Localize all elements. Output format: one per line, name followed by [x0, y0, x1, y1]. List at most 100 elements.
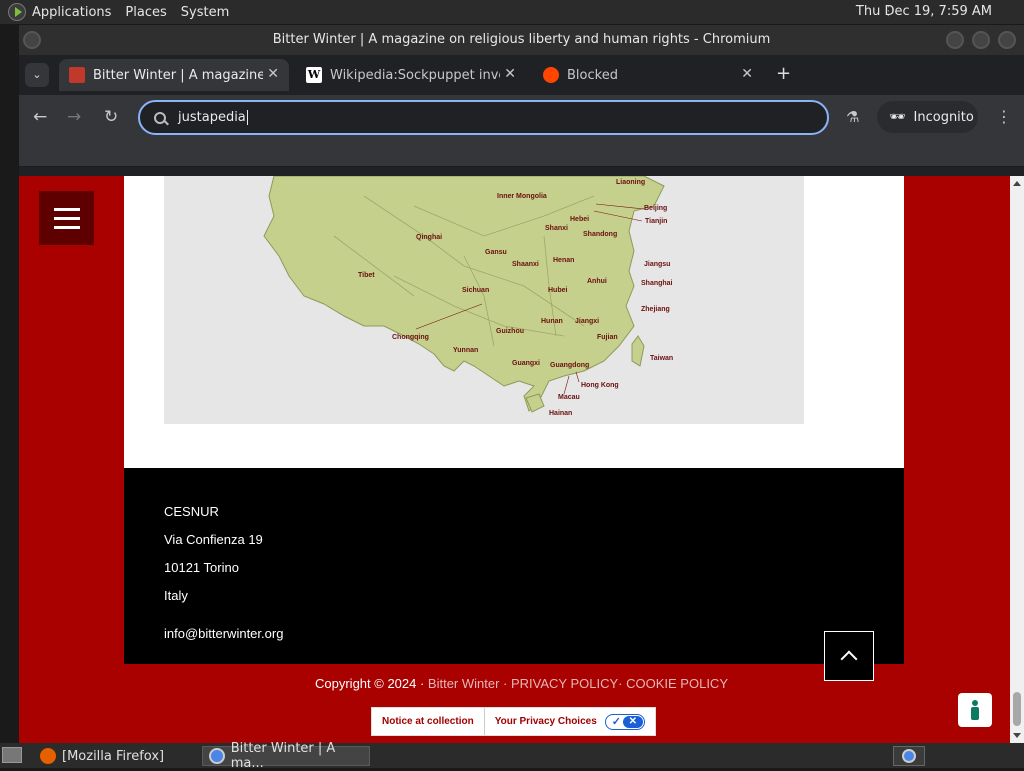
privacy-choices-label: Your Privacy Choices	[494, 716, 597, 727]
copyright-line: Copyright © 2024 · Bitter Winter · PRIVA…	[19, 676, 1024, 691]
tab-label: Blocked	[567, 67, 618, 83]
tab-blocked[interactable]: Blocked ✕	[533, 59, 763, 91]
incognito-icon: 🕶	[889, 109, 906, 125]
check-icon: ✓	[611, 715, 621, 728]
tab-search-chevron-icon[interactable]: ⌄	[25, 63, 49, 87]
page-scrollbar[interactable]	[1010, 176, 1024, 743]
privacy-choices-button[interactable]: Your Privacy Choices ✓ ✕	[485, 708, 655, 735]
map-label: Sichuan	[462, 287, 489, 294]
back-to-top-button[interactable]	[824, 631, 874, 681]
scrollbar-thumb[interactable]	[1013, 692, 1021, 726]
window-titlebar[interactable]: Bitter Winter | A magazine on religious …	[19, 25, 1024, 55]
window-menu-icon[interactable]	[23, 31, 41, 49]
close-window-icon[interactable]	[998, 31, 1016, 49]
chromium-icon	[209, 748, 225, 764]
bitter-winter-link[interactable]: Bitter Winter	[428, 676, 500, 691]
browser-toolbar: ← → ↻ justapedia ⚗ 🕶 Incognito ⋮	[19, 95, 1024, 141]
china-provinces-map: Inner Mongolia Liaoning Beijing Tianjin …	[164, 176, 804, 424]
menu-applications[interactable]: Applications	[32, 5, 111, 20]
map-label: Inner Mongolia	[497, 193, 547, 200]
map-label: Shanxi	[545, 225, 568, 232]
cross-icon: ✕	[622, 715, 643, 728]
footer-org: CESNUR	[164, 504, 219, 519]
map-label: Jiangxi	[575, 318, 599, 325]
map-label: Hainan	[549, 410, 572, 417]
minimize-icon[interactable]	[946, 31, 964, 49]
accessibility-button[interactable]	[958, 693, 992, 727]
page-viewport[interactable]: Inner Mongolia Liaoning Beijing Tianjin …	[19, 176, 1024, 743]
tab-label: Wikipedia:Sockpuppet inves	[330, 67, 500, 83]
map-label: Qinghai	[416, 234, 442, 241]
hamburger-line	[53, 207, 80, 211]
incognito-label: Incognito	[913, 109, 974, 125]
map-label: Guangdong	[550, 362, 589, 369]
footer-street: Via Confienza 19	[164, 532, 263, 547]
scroll-up-arrow-icon[interactable]	[1013, 181, 1021, 186]
map-label: Chongqing	[392, 334, 429, 341]
copyright-text: Copyright © 2024 ·	[315, 676, 428, 691]
chromium-tray-icon	[902, 749, 916, 763]
wikipedia-favicon-icon: W	[306, 67, 322, 83]
map-label: Shaanxi	[512, 261, 539, 268]
menu-system[interactable]: System	[181, 5, 229, 20]
close-tab-icon[interactable]: ✕	[267, 66, 279, 82]
maximize-icon[interactable]	[972, 31, 990, 49]
map-label: Macau	[558, 394, 580, 401]
map-label: Hubei	[548, 287, 568, 294]
footer-country: Italy	[164, 588, 188, 603]
privacy-choices-toggle-icon: ✓ ✕	[604, 713, 645, 730]
bottom-taskbar: [Mozilla Firefox] Bitter Winter | A ma..…	[0, 741, 1024, 771]
map-label: Tianjin	[645, 218, 667, 225]
distro-logo-icon[interactable]	[8, 3, 26, 21]
address-bar-value[interactable]: justapedia	[178, 110, 246, 125]
new-tab-plus-icon[interactable]: +	[776, 63, 791, 84]
bitter-winter-favicon-icon	[69, 67, 85, 83]
map-label: Tibet	[358, 272, 375, 279]
close-tab-icon[interactable]: ✕	[504, 66, 516, 82]
tray-chromium[interactable]	[893, 746, 925, 766]
copyright-separator: ·	[499, 676, 511, 691]
reload-icon[interactable]: ↻	[104, 107, 118, 127]
map-label: Fujian	[597, 334, 618, 341]
notice-at-collection-button[interactable]: Notice at collection	[372, 708, 484, 735]
footer-email-link[interactable]: info@bitterwinter.org	[164, 626, 283, 641]
top-panel: Applications Places System ⋮ Thu Dec 19,…	[0, 0, 1024, 24]
map-label: Guizhou	[496, 328, 524, 335]
article-content: Inner Mongolia Liaoning Beijing Tianjin …	[124, 176, 904, 468]
text-caret	[246, 110, 248, 125]
map-label: Beijing	[644, 205, 667, 212]
map-label: Shanghai	[641, 280, 673, 287]
map-label: Taiwan	[650, 355, 673, 362]
tab-strip: ⌄ Bitter Winter | A magazine on ✕ W Wiki…	[19, 55, 1024, 95]
show-desktop-icon[interactable]	[2, 747, 22, 763]
privacy-bar: Notice at collection Your Privacy Choice…	[371, 707, 656, 736]
menu-places[interactable]: Places	[125, 5, 166, 20]
map-label: Gansu	[485, 249, 507, 256]
clock[interactable]: Thu Dec 19, 7:59 AM	[856, 4, 992, 19]
window-title: Bitter Winter | A magazine on religious …	[272, 32, 771, 47]
forward-arrow-icon[interactable]: →	[67, 107, 81, 127]
reddit-favicon-icon	[543, 67, 559, 83]
address-bar[interactable]: justapedia	[138, 100, 829, 135]
taskbar-chromium[interactable]: Bitter Winter | A ma...	[202, 741, 370, 771]
tab-label: Bitter Winter | A magazine on	[93, 67, 263, 83]
taskbar-firefox[interactable]: [Mozilla Firefox]	[34, 746, 194, 766]
map-label: Yunnan	[453, 347, 478, 354]
firefox-icon	[40, 748, 56, 764]
bookmarks-area	[19, 141, 1024, 167]
back-arrow-icon[interactable]: ←	[33, 107, 47, 127]
close-tab-icon[interactable]: ✕	[741, 66, 753, 82]
incognito-button[interactable]: 🕶 Incognito	[877, 101, 978, 133]
browser-menu-icon[interactable]: ⋮	[996, 107, 1012, 126]
tab-bitter-winter[interactable]: Bitter Winter | A magazine on ✕	[59, 59, 289, 91]
map-label: Liaoning	[616, 179, 645, 186]
cookie-policy-link[interactable]: COOKIE POLICY	[626, 676, 728, 691]
hamburger-menu-button[interactable]	[39, 191, 94, 245]
map-label: Anhui	[587, 278, 607, 285]
labs-flask-icon[interactable]: ⚗	[846, 108, 859, 126]
privacy-policy-link[interactable]: PRIVACY POLICY	[511, 676, 618, 691]
chromium-window: Bitter Winter | A magazine on religious …	[19, 25, 1024, 743]
map-label: Henan	[553, 257, 574, 264]
tab-wikipedia[interactable]: W Wikipedia:Sockpuppet inves ✕	[296, 59, 526, 91]
scroll-down-arrow-icon[interactable]	[1013, 733, 1021, 738]
